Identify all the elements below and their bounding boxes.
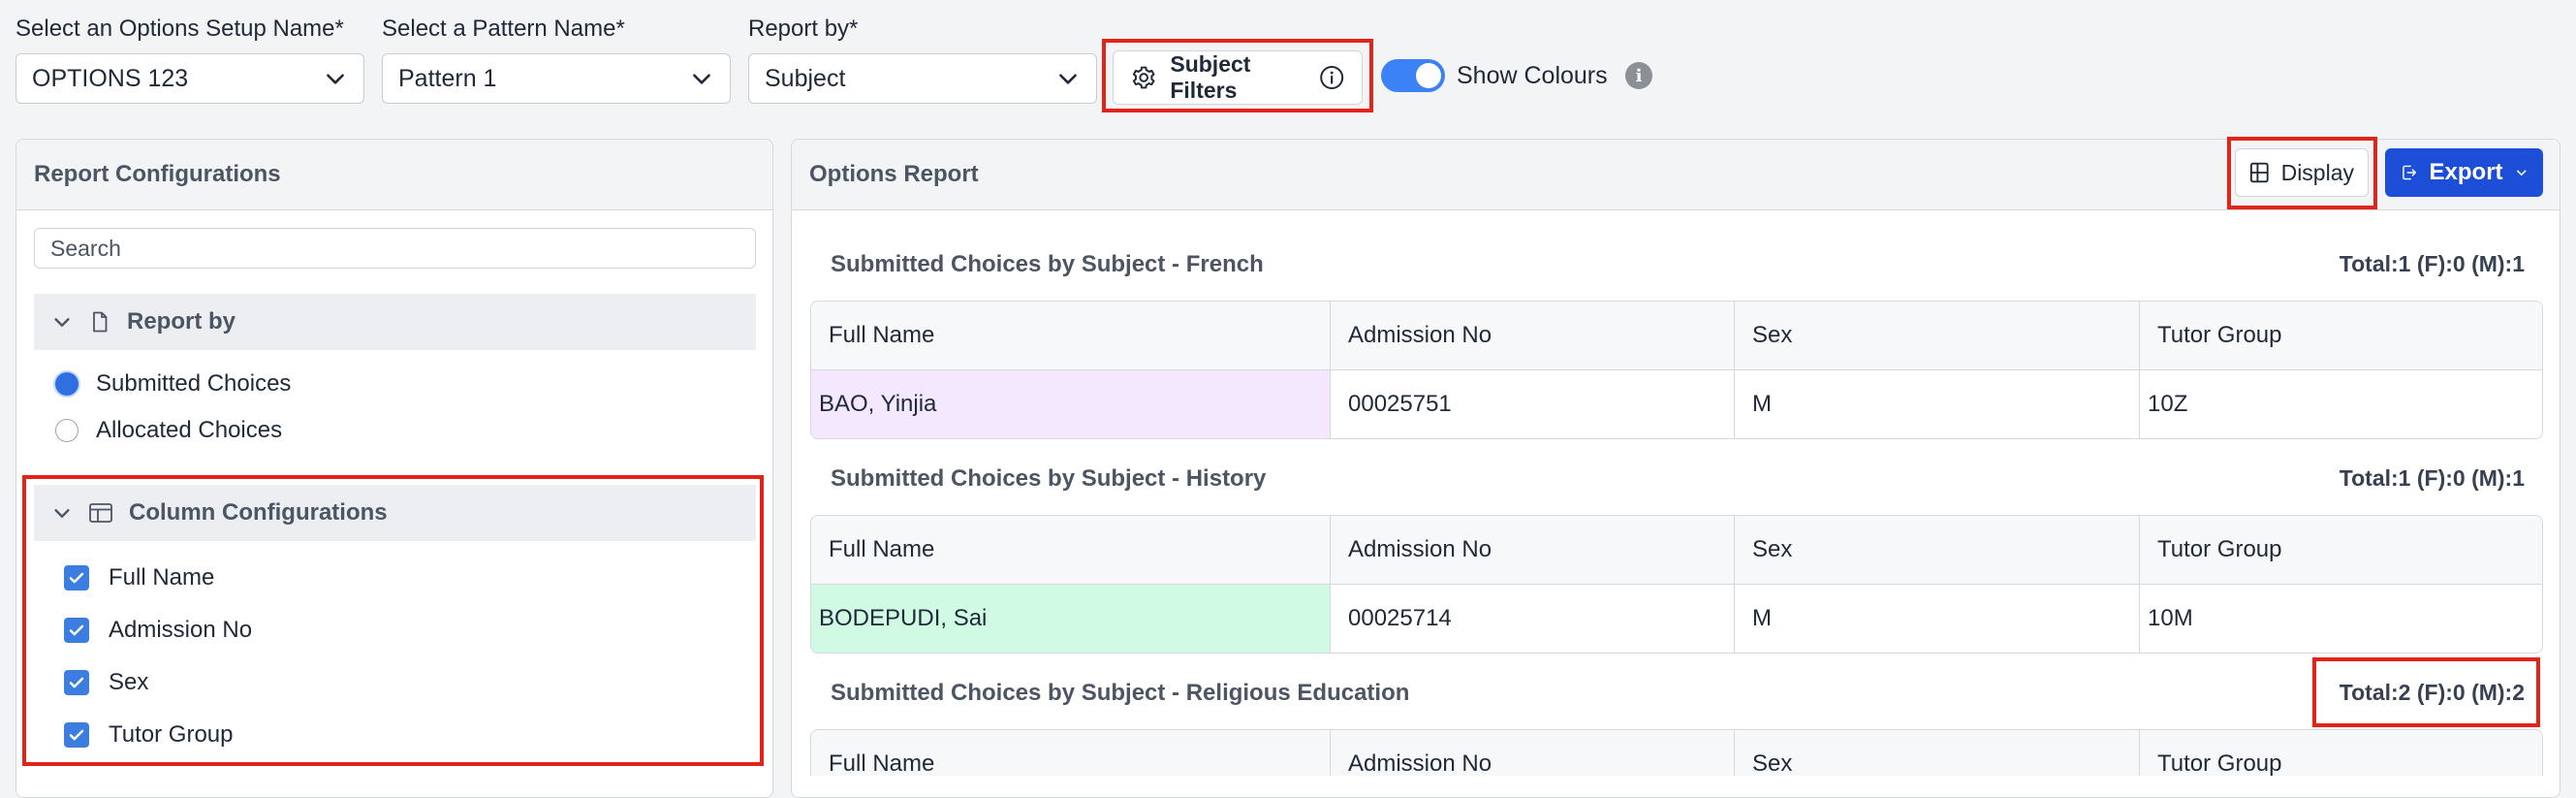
table-columns-icon <box>89 503 112 523</box>
radio-button[interactable] <box>55 372 79 396</box>
chevron-down-icon <box>693 74 710 84</box>
checkbox-sex[interactable]: Sex <box>64 656 148 709</box>
checkbox[interactable] <box>64 722 89 748</box>
checkbox-admission-no[interactable]: Admission No <box>64 604 252 656</box>
checkbox[interactable] <box>64 565 89 591</box>
column-header[interactable]: Sex <box>1735 302 2140 370</box>
radio-allocated-choices[interactable]: Allocated Choices <box>55 407 282 454</box>
checkbox-label: Tutor Group <box>109 721 234 748</box>
pattern-label: Select a Pattern Name* <box>382 16 625 42</box>
export-button[interactable]: Export <box>2385 148 2543 197</box>
column-header[interactable]: Full Name <box>811 302 1331 370</box>
checkbox-tutor-group[interactable]: Tutor Group <box>64 709 234 761</box>
checkbox-full-name[interactable]: Full Name <box>64 552 214 604</box>
report-by-value: Subject <box>765 64 846 92</box>
gear-icon <box>1132 66 1155 89</box>
checkbox-label: Admission No <box>109 617 253 643</box>
french-table: Full Name Admission No Sex Tutor Group B… <box>810 301 2543 439</box>
subject-filters-label: Subject Filters <box>1170 51 1251 103</box>
table-row[interactable]: BAO, Yinjia 00025751 M 10Z <box>811 370 2542 438</box>
column-configurations-accordion[interactable]: Column Configurations <box>34 485 756 541</box>
section-total: Total:1 (F):0 (M):1 <box>2339 465 2525 491</box>
options-setup-label: Select an Options Setup Name* <box>16 16 344 42</box>
checkbox[interactable] <box>64 670 89 695</box>
column-header[interactable]: Sex <box>1735 730 2140 776</box>
pattern-value: Pattern 1 <box>398 64 497 92</box>
sex-cell: M <box>1735 585 2140 653</box>
column-header[interactable]: Sex <box>1735 516 2140 585</box>
section-title: Submitted Choices by Subject - Religious… <box>831 680 1410 706</box>
info-icon[interactable]: i <box>1625 62 1652 89</box>
checkbox-label: Sex <box>109 669 149 695</box>
display-button[interactable]: Display <box>2235 148 2369 197</box>
display-label: Display <box>2280 159 2354 185</box>
column-config-title: Column Configurations <box>129 499 388 526</box>
tutor-cell: 10M <box>2148 605 2193 631</box>
column-header[interactable]: Admission No <box>1331 302 1735 370</box>
sex-cell: M <box>1735 370 2140 438</box>
column-header[interactable]: Tutor Group <box>2140 516 2542 585</box>
report-by-label: Report by* <box>748 16 859 42</box>
column-header[interactable]: Admission No <box>1331 516 1735 585</box>
full-name-cell: BAO, Yinjia <box>811 370 1331 438</box>
chevron-down-icon <box>2516 170 2526 176</box>
options-setup-select[interactable]: OPTIONS 123 <box>16 53 364 104</box>
column-header[interactable]: Tutor Group <box>2140 302 2542 370</box>
layout-icon <box>2249 162 2269 183</box>
tutor-cell: 10Z <box>2148 391 2188 417</box>
show-colours-label: Show Colours <box>1457 62 1608 89</box>
checkbox[interactable] <box>64 618 89 643</box>
chevron-down-icon <box>54 318 70 327</box>
checkbox-label: Full Name <box>109 564 215 591</box>
column-header[interactable]: Admission No <box>1331 730 1735 776</box>
column-header[interactable]: Full Name <box>811 516 1331 585</box>
report-by-section-title: Report by <box>127 308 236 335</box>
export-icon <box>2403 165 2417 180</box>
report-by-accordion[interactable]: Report by <box>34 294 756 350</box>
radio-button[interactable] <box>55 419 79 442</box>
radio-submitted-choices[interactable]: Submitted Choices <box>55 361 291 407</box>
column-header[interactable]: Full Name <box>811 730 1331 776</box>
search-placeholder: Search <box>50 235 121 261</box>
check-icon <box>69 624 84 636</box>
subject-filters-button[interactable]: Subject Filters <box>1113 50 1363 105</box>
religious-education-table: Full Name Admission No Sex Tutor Group <box>810 729 2543 776</box>
section-title: Submitted Choices by Subject - French <box>831 251 1264 277</box>
chevron-down-icon <box>1059 74 1077 84</box>
show-colours-toggle[interactable] <box>1381 59 1445 92</box>
options-setup-value: OPTIONS 123 <box>32 64 189 92</box>
export-label: Export <box>2429 159 2503 185</box>
full-name-cell: BODEPUDI, Sai <box>811 585 1331 653</box>
check-icon <box>69 677 84 688</box>
column-header[interactable]: Tutor Group <box>2140 730 2542 776</box>
chevron-down-icon <box>327 74 344 84</box>
search-input[interactable]: Search <box>34 228 756 269</box>
panel-title: Report Configurations <box>16 140 772 210</box>
history-table: Full Name Admission No Sex Tutor Group B… <box>810 515 2543 654</box>
table-row[interactable]: BODEPUDI, Sai 00025714 M 10M <box>811 585 2542 653</box>
pattern-select[interactable]: Pattern 1 <box>382 53 731 104</box>
report-by-select[interactable]: Subject <box>748 53 1097 104</box>
section-total: Total:1 (F):0 (M):1 <box>2339 251 2525 276</box>
radio-label: Allocated Choices <box>96 417 283 443</box>
section-title: Submitted Choices by Subject - History <box>831 465 1267 492</box>
chevron-down-icon <box>54 509 70 518</box>
info-circle-icon <box>1319 66 1343 89</box>
section-total: Total:2 (F):0 (M):2 <box>2339 680 2525 705</box>
check-icon <box>69 729 84 741</box>
document-icon <box>93 311 108 333</box>
radio-label: Submitted Choices <box>96 370 292 397</box>
check-icon <box>69 572 84 584</box>
admission-cell: 00025714 <box>1331 585 1735 653</box>
admission-cell: 00025751 <box>1331 370 1735 438</box>
